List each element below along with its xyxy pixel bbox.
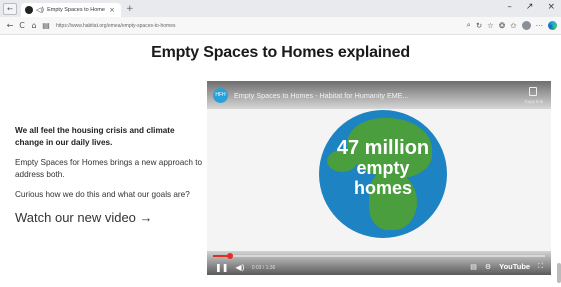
edge-copilot-icon[interactable] [548,20,557,30]
toolbar-actions: ⌕ ↻ ☆ ❂ ✩ ⋯ [467,20,557,30]
tab-actions-icon[interactable]: ← [3,2,17,15]
extensions-icon[interactable]: ❂ [499,21,505,30]
window-controls: – ↗ × [507,2,555,12]
approach-paragraph: Empty Spaces for Homes brings a new appr… [15,158,203,179]
address-bar-row: ← C ⌂ ▤ https://www.habitat.org/emea/emp… [0,17,561,35]
fullscreen-icon[interactable]: ⛶ [538,262,543,271]
page-title: Empty Spaces to Homes explained [151,44,410,61]
more-menu-icon[interactable]: ⋯ [536,21,544,30]
lock-icon[interactable]: ▤ [40,21,52,30]
new-tab-icon[interactable]: + [126,4,134,14]
site-favicon-icon [25,6,33,14]
copy-link-icon[interactable] [529,87,537,96]
video-left-controls: ❚❚ ◀) 0:03 / 1:36 [215,263,275,272]
youtube-logo[interactable]: YouTube [499,262,530,271]
browser-tab[interactable]: ◁) Empty Spaces to Homes | ... × [21,3,121,17]
pause-icon[interactable]: ❚❚ [215,263,228,272]
globe-caption-line: homes [353,178,413,198]
intro-text-block: We all feel the housing crisis and clima… [15,125,205,225]
url-field[interactable]: https://www.habitat.org/emea/empty-space… [56,23,176,29]
tab-title: Empty Spaces to Homes | ... [47,7,105,13]
audio-playing-icon[interactable]: ◁) [36,6,44,14]
globe-graphic: 47 million empty homes [319,110,447,238]
video-time: 0:03 / 1:36 [251,264,276,271]
close-tab-icon[interactable]: × [109,6,115,14]
home-icon[interactable]: ⌂ [28,21,40,30]
settings-icon[interactable]: ⚙ [485,263,491,271]
curious-paragraph: Curious how we do this and what our goal… [15,190,190,199]
video-player[interactable]: 47 million empty homes HFH Empty Spaces … [207,81,551,275]
intro-statement: We all feel the housing crisis and clima… [15,126,175,147]
collections-icon[interactable]: ✩ [510,21,516,30]
copy-link-label: Copy link [524,99,543,104]
zoom-icon[interactable]: ⌕ [467,20,471,30]
video-title[interactable]: Empty Spaces to Homes - Habitat for Huma… [234,91,409,100]
video-progress-bar[interactable] [213,253,545,259]
channel-avatar[interactable]: HFH [213,88,228,103]
favorite-star-icon[interactable]: ☆ [487,21,494,30]
page-content: Empty Spaces to Homes explained We all f… [0,35,561,287]
back-icon[interactable]: ← [4,21,16,30]
globe-caption: 47 million empty homes [319,138,447,198]
page-scrollbar[interactable] [557,263,561,283]
minimize-icon[interactable]: – [507,2,512,12]
captions-icon[interactable]: ▤ [470,263,477,271]
profile-avatar[interactable] [521,20,531,30]
watch-video-link[interactable]: Watch our new video → [15,210,205,225]
video-scrubber-handle[interactable] [226,253,233,259]
maximize-icon[interactable]: ↗ [526,2,534,12]
refresh-icon[interactable]: C [16,21,28,30]
video-right-controls: ▤ ⚙ YouTube ⛶ [470,262,543,271]
browser-window: ← ◁) Empty Spaces to Homes | ... × + – ↗… [0,0,561,287]
globe-caption-line: empty [356,158,410,178]
volume-icon[interactable]: ◀) [235,263,244,272]
tab-strip: ← ◁) Empty Spaces to Homes | ... × + – ↗… [0,0,561,17]
share-icon[interactable]: ↻ [476,21,482,30]
globe-caption-line: 47 million [336,137,430,159]
window-close-icon[interactable]: × [547,2,555,12]
video-title-bar: HFH Empty Spaces to Homes - Habitat for … [207,81,551,109]
